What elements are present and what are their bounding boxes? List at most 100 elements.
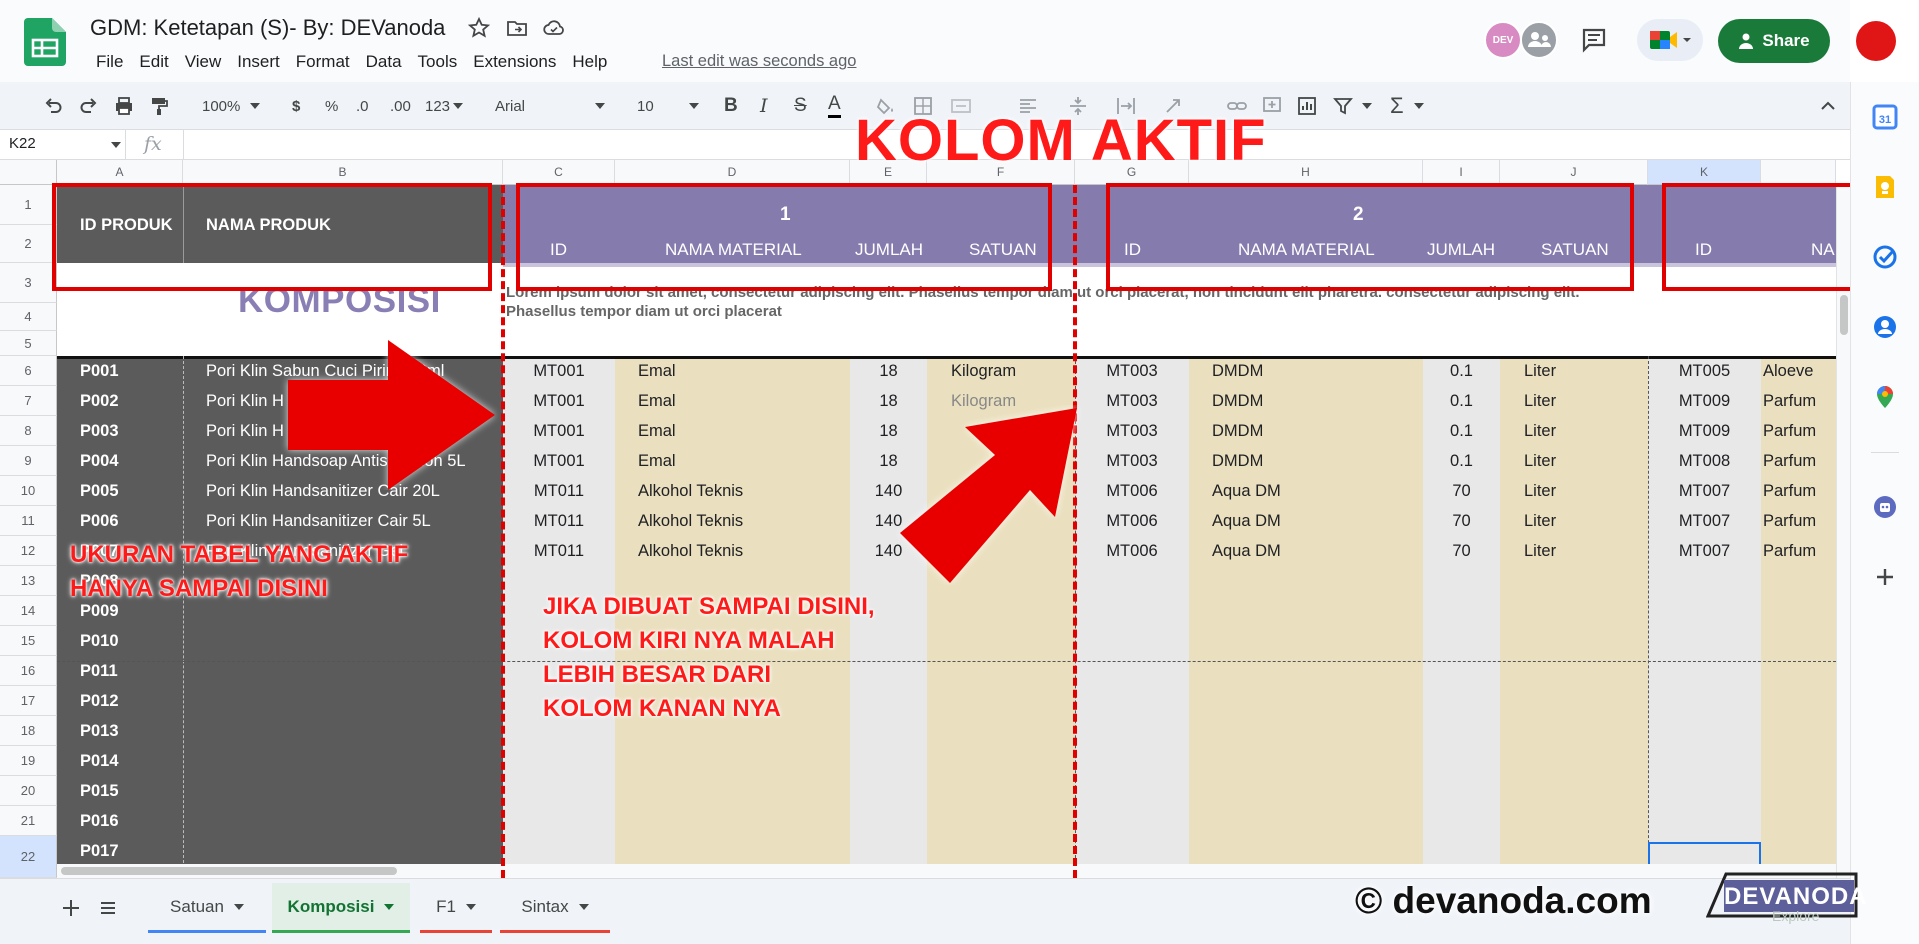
keep-icon[interactable] [1872, 174, 1898, 200]
contacts-icon[interactable] [1872, 314, 1898, 340]
sheet-tab-f1[interactable]: F1 [420, 883, 492, 933]
horizontal-scrollbar[interactable] [57, 864, 1836, 878]
material-name-cell[interactable]: Parfum [1763, 506, 1836, 536]
addon-icon[interactable] [1872, 494, 1898, 520]
menu-extensions[interactable]: Extensions [465, 50, 564, 74]
insert-chart-button[interactable] [1296, 92, 1318, 120]
material-id-cell[interactable]: MT006 [1075, 476, 1189, 506]
strikethrough-button[interactable]: S [794, 92, 807, 120]
material-name-cell[interactable]: Aqua DM [1212, 476, 1281, 506]
comment-history-icon[interactable] [1580, 26, 1608, 54]
material-id-cell[interactable]: MT009 [1648, 386, 1761, 416]
material-id-cell[interactable]: MT003 [1075, 416, 1189, 446]
row-header-17[interactable]: 17 [0, 686, 57, 716]
functions-button[interactable]: Σ [1390, 92, 1404, 120]
star-icon[interactable] [467, 16, 491, 40]
row-header-13[interactable]: 13 [0, 566, 57, 596]
row-header-6[interactable]: 6 [0, 356, 57, 386]
material-id-cell[interactable]: MT007 [1648, 476, 1761, 506]
row-header-9[interactable]: 9 [0, 446, 57, 476]
sheet-tab-komposisi[interactable]: Komposisi [272, 883, 410, 933]
material-name-cell[interactable]: Alkohol Teknis [638, 536, 743, 566]
row-header-21[interactable]: 21 [0, 806, 57, 836]
move-folder-icon[interactable] [505, 16, 529, 40]
material-id-cell[interactable]: MT001 [503, 356, 615, 386]
material-name-cell[interactable]: Parfum [1763, 446, 1836, 476]
material-qty-cell[interactable]: 0.1 [1423, 416, 1500, 446]
product-id-cell[interactable]: P013 [80, 716, 119, 746]
decrease-decimal-button[interactable]: .0 [356, 92, 369, 120]
material-name-cell[interactable]: Aloeve [1763, 356, 1836, 386]
sheets-logo-icon[interactable] [24, 18, 66, 66]
product-name-cell[interactable]: Pori Klin H [206, 386, 284, 416]
product-id-cell[interactable]: P002 [80, 386, 119, 416]
row-header-1[interactable]: 1 [0, 185, 57, 225]
product-id-cell[interactable]: P016 [80, 806, 119, 836]
column-header-c[interactable]: C [503, 160, 615, 185]
menu-help[interactable]: Help [564, 50, 615, 74]
material-name-cell[interactable]: Aqua DM [1212, 506, 1281, 536]
row-header-14[interactable]: 14 [0, 596, 57, 626]
material-id-cell[interactable]: MT011 [503, 506, 615, 536]
horizontal-scroll-thumb[interactable] [61, 867, 397, 875]
product-id-cell[interactable]: P015 [80, 776, 119, 806]
collaborator-avatar[interactable]: DEV [1484, 21, 1522, 59]
material-id-cell[interactable]: MT001 [503, 386, 615, 416]
material-name-cell[interactable]: Parfum [1763, 476, 1836, 506]
calendar-icon[interactable]: 31 [1872, 104, 1898, 130]
material-name-cell[interactable]: Parfum [1763, 536, 1836, 566]
material-id-cell[interactable]: MT005 [1648, 356, 1761, 386]
more-formats-select[interactable]: 123 [425, 92, 464, 120]
filter-button[interactable] [1332, 92, 1354, 120]
material-unit-cell[interactable]: Liter [1524, 506, 1556, 536]
paint-format-button[interactable] [148, 92, 170, 120]
material-name-cell[interactable]: Emal [638, 356, 676, 386]
material-name-cell[interactable]: Emal [638, 416, 676, 446]
material-unit-cell[interactable]: Liter [1524, 416, 1556, 446]
material-unit-cell[interactable]: Liter [1524, 356, 1556, 386]
font-select[interactable]: Arial [495, 92, 605, 120]
material-qty-cell[interactable]: 18 [850, 356, 927, 386]
menu-format[interactable]: Format [288, 50, 358, 74]
bold-button[interactable]: B [724, 92, 738, 120]
undo-button[interactable] [42, 92, 64, 120]
column-header-d[interactable]: D [615, 160, 850, 185]
material-name-cell[interactable]: Emal [638, 446, 676, 476]
material-unit-cell[interactable]: Liter [1524, 446, 1556, 476]
menu-file[interactable]: File [88, 50, 131, 74]
material-qty-cell[interactable]: 70 [1423, 476, 1500, 506]
column-header-b[interactable]: B [183, 160, 503, 185]
row-header-15[interactable]: 15 [0, 626, 57, 656]
row-header-20[interactable]: 20 [0, 776, 57, 806]
sheet-tab-satuan[interactable]: Satuan [148, 883, 266, 933]
row-header-5[interactable]: 5 [0, 331, 57, 356]
share-button[interactable]: Share [1718, 19, 1830, 63]
print-button[interactable] [113, 92, 135, 120]
material-name-cell[interactable]: DMDM [1212, 416, 1263, 446]
explore-button[interactable]: Explore [1772, 908, 1819, 924]
row-header-7[interactable]: 7 [0, 386, 57, 416]
add-sheet-icon[interactable] [60, 897, 82, 919]
menu-insert[interactable]: Insert [229, 50, 288, 74]
row-header-3[interactable]: 3 [0, 263, 57, 303]
column-header-a[interactable]: A [57, 160, 183, 185]
collapse-menus-button[interactable] [1817, 92, 1839, 120]
row-header-10[interactable]: 10 [0, 476, 57, 506]
italic-button[interactable]: I [760, 92, 768, 120]
material-unit-cell[interactable]: Liter [1524, 386, 1556, 416]
material-name-cell[interactable]: Emal [638, 386, 676, 416]
percent-format-button[interactable]: % [325, 92, 338, 120]
material-id-cell[interactable]: MT003 [1075, 386, 1189, 416]
material-id-cell[interactable]: MT003 [1075, 446, 1189, 476]
product-id-cell[interactable]: P001 [80, 356, 119, 386]
material-qty-cell[interactable]: 70 [1423, 536, 1500, 566]
material-name-cell[interactable]: Alkohol Teknis [638, 506, 743, 536]
product-name-cell[interactable]: Pori Klin Handsanitizer Cair 5L [206, 506, 431, 536]
menu-data[interactable]: Data [358, 50, 410, 74]
product-id-cell[interactable]: P010 [80, 626, 119, 656]
product-id-cell[interactable]: P014 [80, 746, 119, 776]
currency-format-button[interactable]: $ [292, 92, 300, 120]
filter-views-button[interactable] [1362, 92, 1372, 120]
material-qty-cell[interactable]: 70 [1423, 506, 1500, 536]
material-qty-cell[interactable]: 0.1 [1423, 356, 1500, 386]
